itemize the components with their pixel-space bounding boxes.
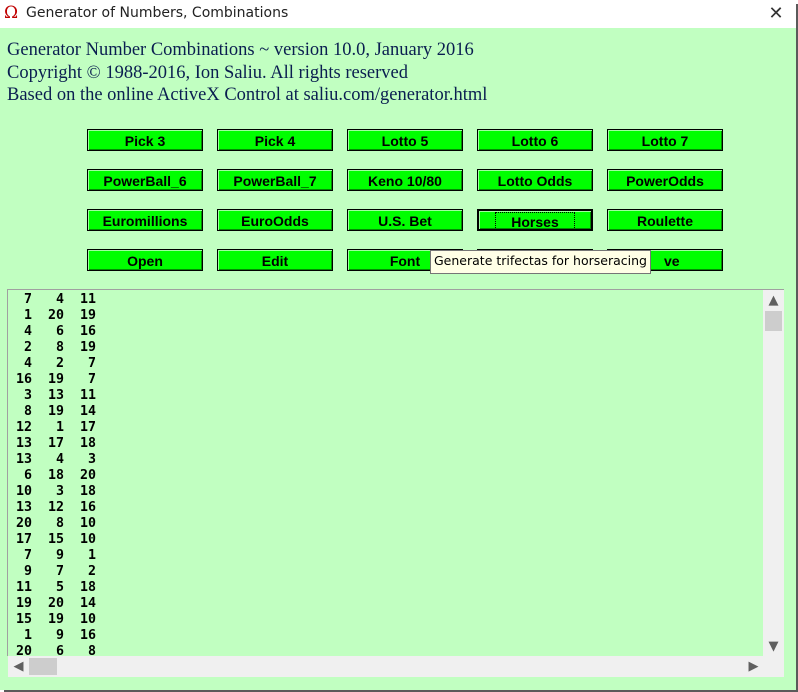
output-row: 8 19 14: [8, 404, 97, 419]
output-row: 7 4 11: [8, 292, 97, 307]
close-button[interactable]: ✕: [756, 0, 796, 28]
lotto6-button[interactable]: Lotto 6: [477, 129, 593, 151]
keno-button[interactable]: Keno 10/80: [347, 169, 463, 191]
based-on-line: Based on the online ActiveX Control at s…: [7, 85, 488, 105]
open-button[interactable]: Open: [87, 249, 203, 271]
horses-button-label: Horses: [495, 212, 575, 229]
output-row: 15 19 10: [8, 612, 97, 627]
title-bar: Ω Generator of Numbers, Combinations ✕: [0, 0, 796, 28]
output-row: 3 13 11: [8, 388, 97, 403]
output-row: 10 3 18: [8, 484, 97, 499]
output-row: 13 17 18: [8, 436, 97, 451]
output-row: 12 1 17: [8, 420, 97, 435]
output-row: 4 6 16: [8, 324, 97, 339]
output-row: 7 9 1: [8, 548, 97, 563]
output-row: 16 19 7: [8, 372, 97, 387]
output-row: 13 4 3: [8, 452, 97, 467]
scroll-right-arrow-icon[interactable]: ▶: [743, 656, 764, 677]
roulette-button[interactable]: Roulette: [607, 209, 723, 231]
output-row: 20 6 8: [8, 644, 97, 656]
euro-odds-button[interactable]: EuroOdds: [217, 209, 333, 231]
number-list: 7 4 11 1 20 19 4 6 16 2 8 19 4 2 7 16 19…: [8, 292, 96, 656]
powerball6-button[interactable]: PowerBall_6: [87, 169, 203, 191]
output-row: 19 20 14: [8, 596, 97, 611]
copyright-line: Copyright © 1988-2016, Ion Saliu. All ri…: [7, 62, 408, 83]
scroll-left-arrow-icon[interactable]: ◀: [8, 656, 29, 677]
lotto7-button[interactable]: Lotto 7: [607, 129, 723, 151]
power-odds-button[interactable]: PowerOdds: [607, 169, 723, 191]
version-line: Generator Number Combinations ~ version …: [7, 40, 474, 60]
scroll-down-arrow-icon[interactable]: ▼: [763, 636, 784, 657]
horizontal-scroll-thumb[interactable]: [29, 658, 57, 675]
output-row: 1 9 16: [8, 628, 97, 643]
output-textbox[interactable]: 7 4 11 1 20 19 4 6 16 2 8 19 4 2 7 16 19…: [7, 289, 784, 656]
header-info: Generator Number Combinations ~ version …: [7, 39, 487, 107]
save-button-label: ve: [664, 253, 680, 269]
us-bet-button[interactable]: U.S. Bet: [347, 209, 463, 231]
lotto-odds-button[interactable]: Lotto Odds: [477, 169, 593, 191]
vertical-scrollbar[interactable]: ▲ ▼: [763, 290, 784, 657]
euromillions-button[interactable]: Euromillions: [87, 209, 203, 231]
scroll-up-arrow-icon[interactable]: ▲: [763, 290, 784, 311]
output-row: 17 15 10: [8, 532, 97, 547]
powerball7-button[interactable]: PowerBall_7: [217, 169, 333, 191]
app-window: Ω Generator of Numbers, Combinations ✕ G…: [0, 0, 796, 690]
scrollbar-corner: [763, 656, 784, 677]
output-row: 11 5 18: [8, 580, 97, 595]
output-row: 9 7 2: [8, 564, 97, 579]
horseshoe-magnet-icon: Ω: [4, 3, 19, 23]
output-row: 4 2 7: [8, 356, 97, 371]
pick3-button[interactable]: Pick 3: [87, 129, 203, 151]
horses-tooltip: Generate trifectas for horseracing: [430, 250, 651, 274]
output-row: 6 18 20: [8, 468, 97, 483]
lotto5-button[interactable]: Lotto 5: [347, 129, 463, 151]
edit-button[interactable]: Edit: [217, 249, 333, 271]
output-row: 2 8 19: [8, 340, 97, 355]
window-title: Generator of Numbers, Combinations: [26, 5, 289, 21]
horses-button[interactable]: Horses: [477, 209, 593, 231]
output-row: 20 8 10: [8, 516, 97, 531]
output-row: 13 12 16: [8, 500, 97, 515]
output-row: 1 20 19: [8, 308, 97, 323]
pick4-button[interactable]: Pick 4: [217, 129, 333, 151]
vertical-scroll-thumb[interactable]: [765, 311, 782, 331]
horizontal-scrollbar[interactable]: ◀ ▶: [8, 656, 764, 677]
